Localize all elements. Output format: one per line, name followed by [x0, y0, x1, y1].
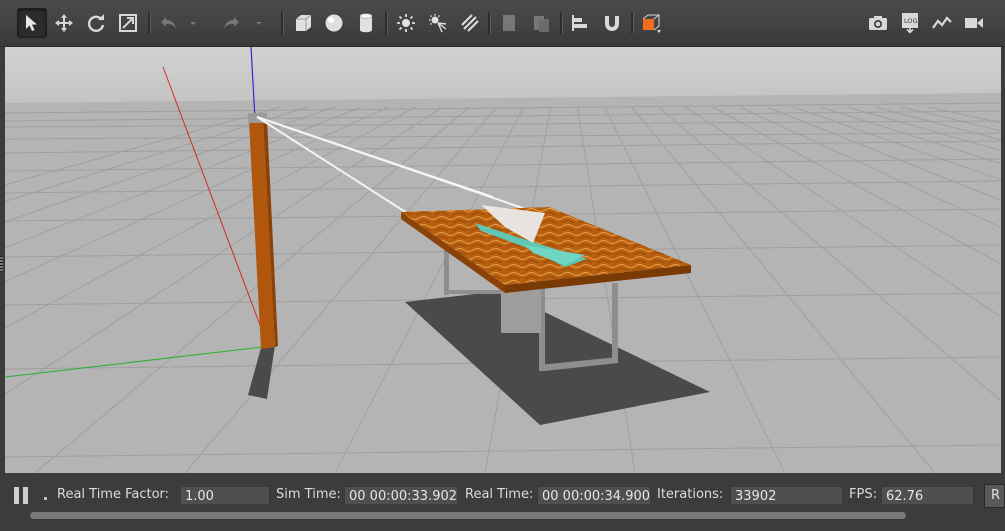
- spot-light-button[interactable]: [424, 9, 452, 37]
- copy-button[interactable]: [495, 9, 523, 37]
- record-video-button[interactable]: [960, 9, 988, 37]
- translate-mode-button[interactable]: [50, 9, 78, 37]
- plot-button[interactable]: [928, 9, 956, 37]
- viewport-resize-grip[interactable]: [0, 256, 3, 272]
- toolbar: LOG: [0, 0, 1005, 47]
- screenshot-icon: [869, 16, 887, 30]
- svg-text:LOG: LOG: [904, 17, 918, 25]
- reset-button[interactable]: R: [984, 484, 1005, 508]
- real-time-field: 00 00:00:34.900: [537, 486, 651, 505]
- sphere-shape-button[interactable]: [320, 9, 348, 37]
- iterations-label: Iterations:: [657, 487, 724, 502]
- undo-button[interactable]: [155, 9, 183, 37]
- log-icon: LOG: [902, 13, 918, 34]
- undo-history-button[interactable]: [186, 9, 200, 37]
- cylinder-shape-icon: [359, 13, 373, 33]
- real-time-factor-label: Real Time Factor:: [57, 487, 170, 502]
- box-shape-icon: [296, 14, 312, 31]
- view-angle-icon: [642, 14, 661, 33]
- redo-history-button[interactable]: [252, 9, 266, 37]
- scale-mode-button[interactable]: [114, 9, 142, 37]
- pause-button[interactable]: [14, 487, 30, 504]
- directional-light-button[interactable]: [456, 9, 484, 37]
- spot-light-icon: [429, 14, 447, 33]
- scene-viewport[interactable]: [5, 47, 1001, 473]
- redo-icon: [224, 17, 239, 29]
- select-mode-icon: [26, 15, 37, 31]
- sim-time-label: Sim Time:: [276, 487, 341, 502]
- undo-history-chevron-icon: [190, 22, 196, 25]
- directional-light-icon: [461, 14, 479, 32]
- rotate-mode-icon: [87, 14, 105, 32]
- undo-icon: [161, 17, 176, 29]
- point-light-icon: [397, 14, 415, 32]
- point-light-button[interactable]: [392, 9, 420, 37]
- redo-history-chevron-icon: [256, 22, 262, 25]
- table-box: [501, 287, 541, 333]
- redo-button[interactable]: [217, 9, 245, 37]
- log-button[interactable]: LOG: [896, 9, 924, 37]
- step-button[interactable]: [44, 497, 47, 500]
- paste-icon: [534, 16, 549, 32]
- view-angle-button[interactable]: [637, 9, 665, 37]
- paste-button[interactable]: [527, 9, 555, 37]
- sphere-shape-icon: [325, 14, 343, 32]
- record-video-icon: [965, 18, 983, 28]
- align-button[interactable]: [566, 9, 594, 37]
- select-mode-button[interactable]: [17, 8, 47, 38]
- rotate-mode-button[interactable]: [82, 9, 110, 37]
- iterations-field: 33902: [730, 486, 843, 505]
- scale-mode-icon: [119, 14, 137, 32]
- plot-icon: [932, 16, 952, 29]
- horizontal-scrollbar[interactable]: [30, 512, 906, 519]
- real-time-label: Real Time:: [465, 487, 534, 502]
- real-time-factor-field: 1.00: [180, 486, 270, 505]
- align-icon: [572, 15, 587, 31]
- snap-button[interactable]: [598, 9, 626, 37]
- translate-mode-icon: [55, 14, 73, 32]
- table-leg: [612, 283, 618, 361]
- copy-icon: [503, 15, 515, 31]
- fps-label: FPS:: [849, 487, 877, 502]
- snap-icon: [605, 16, 619, 31]
- sim-time-field: 00 00:00:33.902: [344, 486, 458, 505]
- box-shape-button[interactable]: [289, 9, 317, 37]
- scene-render: [5, 47, 1001, 473]
- fps-field: 62.76: [881, 486, 974, 505]
- screenshot-button[interactable]: [864, 9, 892, 37]
- cylinder-shape-button[interactable]: [352, 9, 380, 37]
